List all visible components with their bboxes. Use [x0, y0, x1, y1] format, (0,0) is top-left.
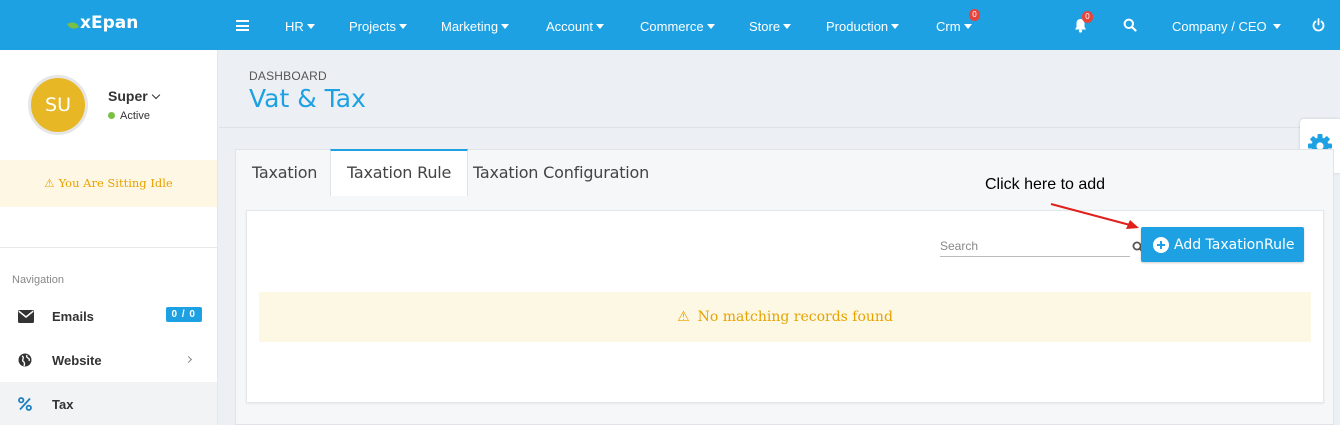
- nav-heading: Navigation: [12, 274, 64, 286]
- status-dot-icon: [108, 112, 115, 119]
- grid-card: Add TaxationRule ⚠ No matching records f…: [246, 210, 1324, 403]
- nav-menu-label: HR: [285, 19, 304, 34]
- notification-badge: 0: [1082, 11, 1093, 23]
- sidebar-item-website[interactable]: Website: [0, 338, 217, 382]
- user-name: Super: [108, 88, 148, 104]
- idle-alert: ⚠ You Are Sitting Idle: [0, 160, 217, 207]
- user-menu[interactable]: Super: [108, 88, 160, 104]
- crm-badge: 0: [969, 9, 980, 21]
- tab-label: Taxation Rule: [347, 163, 452, 182]
- caret-down-icon: [595, 24, 604, 29]
- avatar[interactable]: SU: [28, 75, 88, 135]
- nav-menu-label: Marketing: [441, 19, 499, 34]
- nav-menu-account[interactable]: Account: [546, 0, 604, 50]
- sidebar-item-tax[interactable]: Tax: [0, 382, 217, 425]
- menu-icon[interactable]: [236, 20, 249, 31]
- global-search-button[interactable]: [1120, 0, 1140, 50]
- nav-menu-store[interactable]: Store: [749, 0, 792, 50]
- user-status-text: Active: [120, 110, 150, 122]
- empty-message: No matching records found: [697, 309, 893, 325]
- warning-icon: ⚠: [44, 176, 55, 190]
- top-navbar: xEpan HR Projects Marketing Account Comm…: [0, 0, 1340, 50]
- empty-records-alert: ⚠ No matching records found: [259, 292, 1311, 342]
- search-icon: [1123, 18, 1137, 32]
- caret-down-icon: [501, 24, 510, 29]
- power-icon: [1312, 18, 1324, 32]
- nav-menu-hr[interactable]: HR: [285, 0, 315, 50]
- tab-taxation-rule[interactable]: Taxation Rule: [330, 149, 469, 196]
- sidebar-item-label: Tax: [52, 396, 74, 412]
- page-header: DASHBOARD Vat & Tax: [219, 50, 1340, 128]
- caret-down-icon: [891, 24, 900, 29]
- logout-button[interactable]: [1308, 0, 1328, 50]
- chevron-right-icon: [184, 355, 193, 364]
- plus-circle-icon: [1153, 236, 1169, 253]
- nav-menu-label: Account: [546, 19, 593, 34]
- add-button-label: Add TaxationRule: [1174, 236, 1295, 253]
- search-box: [940, 237, 1144, 257]
- percent-icon: [0, 397, 52, 411]
- caret-down-icon: [783, 24, 792, 29]
- nav-menu-label: Projects: [349, 19, 396, 34]
- sidebar-item-emails[interactable]: Emails 0 / 0: [0, 294, 217, 338]
- tab-label: Taxation Configuration: [473, 163, 650, 182]
- nav-menu-label: Production: [826, 19, 889, 34]
- tab-label: Taxation: [252, 163, 318, 182]
- search-input[interactable]: [940, 237, 1112, 255]
- emails-count-badge: 0 / 0: [165, 307, 202, 322]
- nav-menu-crm[interactable]: Crm 0: [936, 0, 980, 50]
- annotation-text: Click here to add: [985, 176, 1106, 193]
- chevron-down-icon: [151, 90, 160, 100]
- tab-taxation[interactable]: Taxation: [236, 150, 333, 196]
- nav-menu-commerce[interactable]: Commerce: [640, 0, 715, 50]
- sidebar-item-label: Emails: [52, 308, 94, 324]
- company-menu[interactable]: Company / CEO: [1172, 0, 1281, 50]
- page-title: Vat & Tax: [249, 84, 366, 113]
- nav-menu-production[interactable]: Production: [826, 0, 900, 50]
- caret-down-icon: [963, 24, 972, 29]
- add-taxation-rule-button[interactable]: Add TaxationRule: [1141, 227, 1304, 262]
- annotation-arrow-icon: [1050, 203, 1139, 229]
- leaf-icon: [67, 20, 79, 30]
- globe-icon: [0, 353, 52, 367]
- app-logo[interactable]: xEpan: [67, 13, 139, 33]
- envelope-icon: [0, 309, 52, 323]
- caret-down-icon: [1272, 24, 1281, 29]
- idle-message: You Are Sitting Idle: [58, 176, 173, 190]
- nav-menu-label: Store: [749, 19, 781, 34]
- caret-down-icon: [706, 24, 715, 29]
- nav-menu-projects[interactable]: Projects: [349, 0, 407, 50]
- caret-down-icon: [306, 24, 315, 29]
- logo-text: xEpan: [80, 13, 139, 33]
- nav-menu-label: Crm: [936, 19, 961, 34]
- tax-panel: Taxation Taxation Rule Taxation Configur…: [235, 149, 1334, 425]
- notifications-button[interactable]: 0: [1070, 0, 1093, 50]
- caret-down-icon: [398, 24, 407, 29]
- user-status: Active: [108, 110, 150, 122]
- company-menu-label: Company / CEO: [1172, 19, 1267, 34]
- sidebar: SU Super Active ⚠ You Are Sitting Idle Na…: [0, 50, 218, 425]
- divider: [0, 247, 217, 248]
- tab-taxation-configuration[interactable]: Taxation Configuration: [457, 150, 665, 196]
- nav-menu-label: Commerce: [640, 19, 704, 34]
- warning-icon: ⚠: [677, 309, 690, 325]
- sidebar-item-label: Website: [52, 352, 102, 368]
- breadcrumb[interactable]: DASHBOARD: [249, 69, 327, 83]
- nav-menu-marketing[interactable]: Marketing: [441, 0, 510, 50]
